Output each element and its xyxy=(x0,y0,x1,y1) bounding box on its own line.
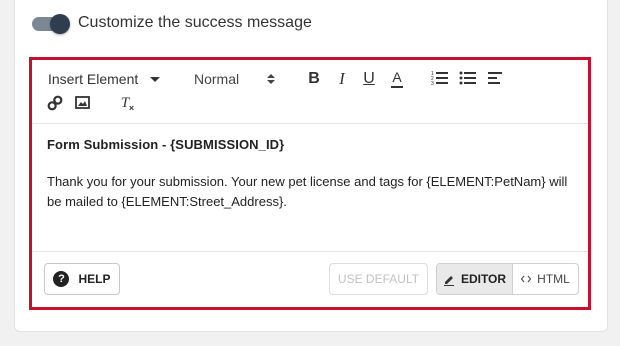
customize-success-toggle[interactable] xyxy=(32,14,70,34)
align-left-icon[interactable] xyxy=(487,70,505,86)
bulleted-list-icon[interactable] xyxy=(459,70,477,86)
image-icon[interactable] xyxy=(74,94,92,112)
success-message-editor: Insert Element Normal B I U A 1 2 3 T × … xyxy=(29,57,591,310)
text-color-button[interactable]: A xyxy=(387,68,407,90)
ordered-list-icon[interactable]: 1 2 3 xyxy=(431,70,449,86)
clear-format-icon[interactable]: T × xyxy=(116,94,135,113)
chevron-down-icon xyxy=(150,76,161,82)
toggle-knob xyxy=(50,14,70,34)
message-body: Thank you for your submission. Your new … xyxy=(47,174,568,209)
text-size-value: Normal xyxy=(194,71,240,87)
editor-toolbar: Insert Element Normal B I U A 1 2 3 T × xyxy=(32,60,588,124)
underline-button[interactable]: U xyxy=(359,68,379,90)
editor-mode-label: EDITOR xyxy=(460,272,507,286)
link-icon[interactable] xyxy=(46,94,64,112)
bold-button[interactable]: B xyxy=(304,68,324,90)
use-default-button[interactable]: USE DEFAULT xyxy=(329,263,428,295)
toggle-label: Customize the success message xyxy=(78,14,312,31)
html-mode-button[interactable]: HTML xyxy=(513,264,578,294)
insert-element-dropdown[interactable]: Insert Element xyxy=(48,69,161,89)
text-color-letter: A xyxy=(392,69,402,85)
select-arrows-icon xyxy=(267,74,276,84)
text-size-select[interactable]: Normal xyxy=(194,69,276,89)
editor-footer: ? HELP USE DEFAULT EDITOR HTML xyxy=(32,251,588,307)
code-icon xyxy=(521,275,532,283)
svg-text:3: 3 xyxy=(431,81,434,86)
italic-button[interactable]: I xyxy=(332,68,352,90)
help-label: HELP xyxy=(78,272,111,286)
help-circle-icon: ? xyxy=(53,271,70,287)
help-button[interactable]: ? HELP xyxy=(44,263,120,295)
pencil-icon xyxy=(443,273,455,286)
editor-content[interactable]: Form Submission - {SUBMISSION_ID} Thank … xyxy=(47,137,577,212)
insert-element-label: Insert Element xyxy=(48,71,139,87)
clear-x: × xyxy=(128,102,135,113)
editor-mode-toggle: EDITOR HTML xyxy=(436,263,579,295)
color-bar xyxy=(391,86,403,88)
editor-mode-button[interactable]: EDITOR xyxy=(437,264,513,294)
html-mode-label: HTML xyxy=(537,272,570,286)
message-subject: Form Submission - {SUBMISSION_ID} xyxy=(47,137,285,152)
customize-success-row: Customize the success message xyxy=(32,10,312,36)
